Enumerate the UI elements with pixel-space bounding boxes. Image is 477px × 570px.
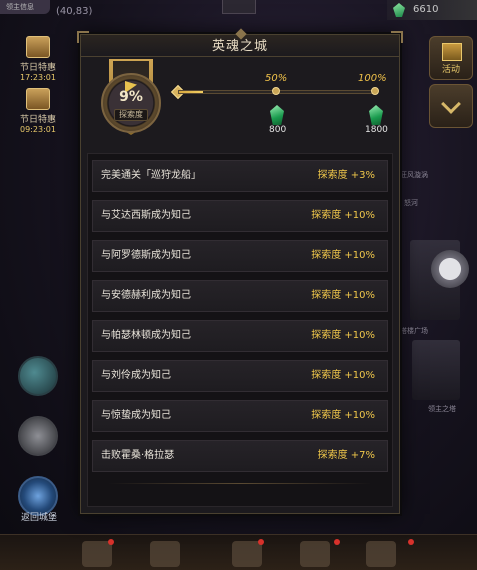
expand-menu-button[interactable] <box>429 84 473 128</box>
stage-orb-button[interactable] <box>431 250 469 288</box>
task-row[interactable]: 完美通关「巡狩龙船」 探索度 +3% <box>92 160 388 192</box>
task-reward: 探索度 +10% <box>311 330 375 341</box>
notification-dot <box>408 539 414 545</box>
exploration-progress-fill <box>179 91 203 93</box>
milestone-reward-amount: 1800 <box>365 125 388 135</box>
task-list: 完美通关「巡狩龙船」 探索度 +3% 与艾达西斯成为知己 探索度 +10% 与阿… <box>87 153 393 507</box>
bottom-nav-bar <box>0 534 477 570</box>
bottom-tab-shop-icon[interactable] <box>366 541 396 567</box>
bottom-tab-map-icon[interactable] <box>150 541 180 567</box>
event-timer: 09:23:01 <box>20 125 56 134</box>
milestone-marker <box>371 87 379 95</box>
war-drum-icon[interactable] <box>18 416 58 456</box>
task-name: 与安德赫利成为知己 <box>101 290 191 301</box>
task-name: 与惊蛰成为知己 <box>101 410 171 421</box>
task-reward: 探索度 +3% <box>317 170 375 181</box>
milestone-marker <box>272 87 280 95</box>
green-gem-icon[interactable] <box>270 105 284 125</box>
green-gem-icon <box>393 3 405 17</box>
event-name: 节日特惠 <box>19 115 56 125</box>
task-row[interactable]: 击败霍桑·格拉瑟 探索度 +7% <box>92 440 388 472</box>
map-label: 塔楼广场 <box>400 327 428 335</box>
task-name: 与艾达西斯成为知己 <box>101 210 191 221</box>
gift-box-icon <box>442 43 462 61</box>
title-ornament-icon <box>235 28 247 40</box>
chevron-down-icon <box>441 94 461 114</box>
top-center-frame <box>222 0 256 14</box>
milestone-percent: 50% <box>265 73 288 84</box>
task-row[interactable]: 与刘伶成为知己 探索度 +10% <box>92 360 388 392</box>
hero-skill-icon[interactable] <box>18 356 58 396</box>
return-castle-label: 返回城堡 <box>20 513 57 523</box>
exploration-badge: 9% 探索度 <box>101 73 161 133</box>
task-row[interactable]: 与惊蛰成为知己 探索度 +10% <box>92 400 388 432</box>
task-row[interactable]: 与安德赫利成为知己 探索度 +10% <box>92 280 388 312</box>
task-name: 完美通关「巡狩龙船」 <box>101 170 201 181</box>
notification-dot <box>108 539 114 545</box>
milestone-percent: 100% <box>358 73 387 84</box>
map-label: 领主之塔 <box>428 405 456 413</box>
task-reward: 探索度 +7% <box>317 450 375 461</box>
bottom-tab-guild-icon[interactable] <box>300 541 330 567</box>
task-name: 与阿罗德斯成为知己 <box>101 250 191 261</box>
bottom-tab-hero-icon[interactable] <box>82 541 112 567</box>
bg-pavilion <box>412 340 460 400</box>
modal-title: 英魂之城 <box>211 39 268 54</box>
task-row[interactable]: 与帕瑟林顿成为知己 探索度 +10% <box>92 320 388 352</box>
currency-amount: 6610 <box>413 4 439 15</box>
map-label: 狂风漩涡 <box>400 171 428 179</box>
panel-divider <box>108 483 372 484</box>
exploration-percent: 9% <box>119 89 143 105</box>
notification-dot <box>334 539 340 545</box>
exploration-label: 探索度 <box>114 109 148 121</box>
activity-label: 活动 <box>441 65 460 75</box>
task-reward: 探索度 +10% <box>311 370 375 381</box>
treasure-chest-icon <box>26 88 50 110</box>
modal-title-bar: 英魂之城 <box>81 28 399 57</box>
task-reward: 探索度 +10% <box>311 290 375 301</box>
task-reward: 探索度 +10% <box>311 250 375 261</box>
map-coordinates: (40,83) <box>56 6 93 17</box>
treasure-chest-icon <box>26 36 50 58</box>
holiday-sale-event-1[interactable]: 节日特惠 17:23:01 <box>18 36 58 82</box>
currency-display[interactable]: 6610 <box>387 0 477 20</box>
task-name: 与帕瑟林顿成为知己 <box>101 330 191 341</box>
task-row[interactable]: 与艾达西斯成为知己 探索度 +10% <box>92 200 388 232</box>
bottom-tab-quest-icon[interactable] <box>232 541 262 567</box>
lord-info-tab[interactable]: 领主信息 <box>0 0 50 14</box>
event-timer: 17:23:01 <box>20 73 56 82</box>
task-reward: 探索度 +10% <box>311 410 375 421</box>
city-exploration-modal: 英魂之城 9% 探索度 50% 800 100% 1800 完美通关「巡狩龙船」… <box>77 28 403 514</box>
milestone-reward-amount: 800 <box>269 125 287 135</box>
task-row[interactable]: 与阿罗德斯成为知己 探索度 +10% <box>92 240 388 272</box>
notification-dot <box>258 539 264 545</box>
map-label: 怒河 <box>404 199 418 207</box>
green-gem-icon[interactable] <box>369 105 383 125</box>
event-name: 节日特惠 <box>19 63 56 73</box>
activity-button[interactable]: 活动 <box>429 36 473 80</box>
holiday-sale-event-2[interactable]: 节日特惠 09:23:01 <box>18 88 58 134</box>
task-name: 击败霍桑·格拉瑟 <box>101 450 175 461</box>
task-name: 与刘伶成为知己 <box>101 370 171 381</box>
task-reward: 探索度 +10% <box>311 210 375 221</box>
